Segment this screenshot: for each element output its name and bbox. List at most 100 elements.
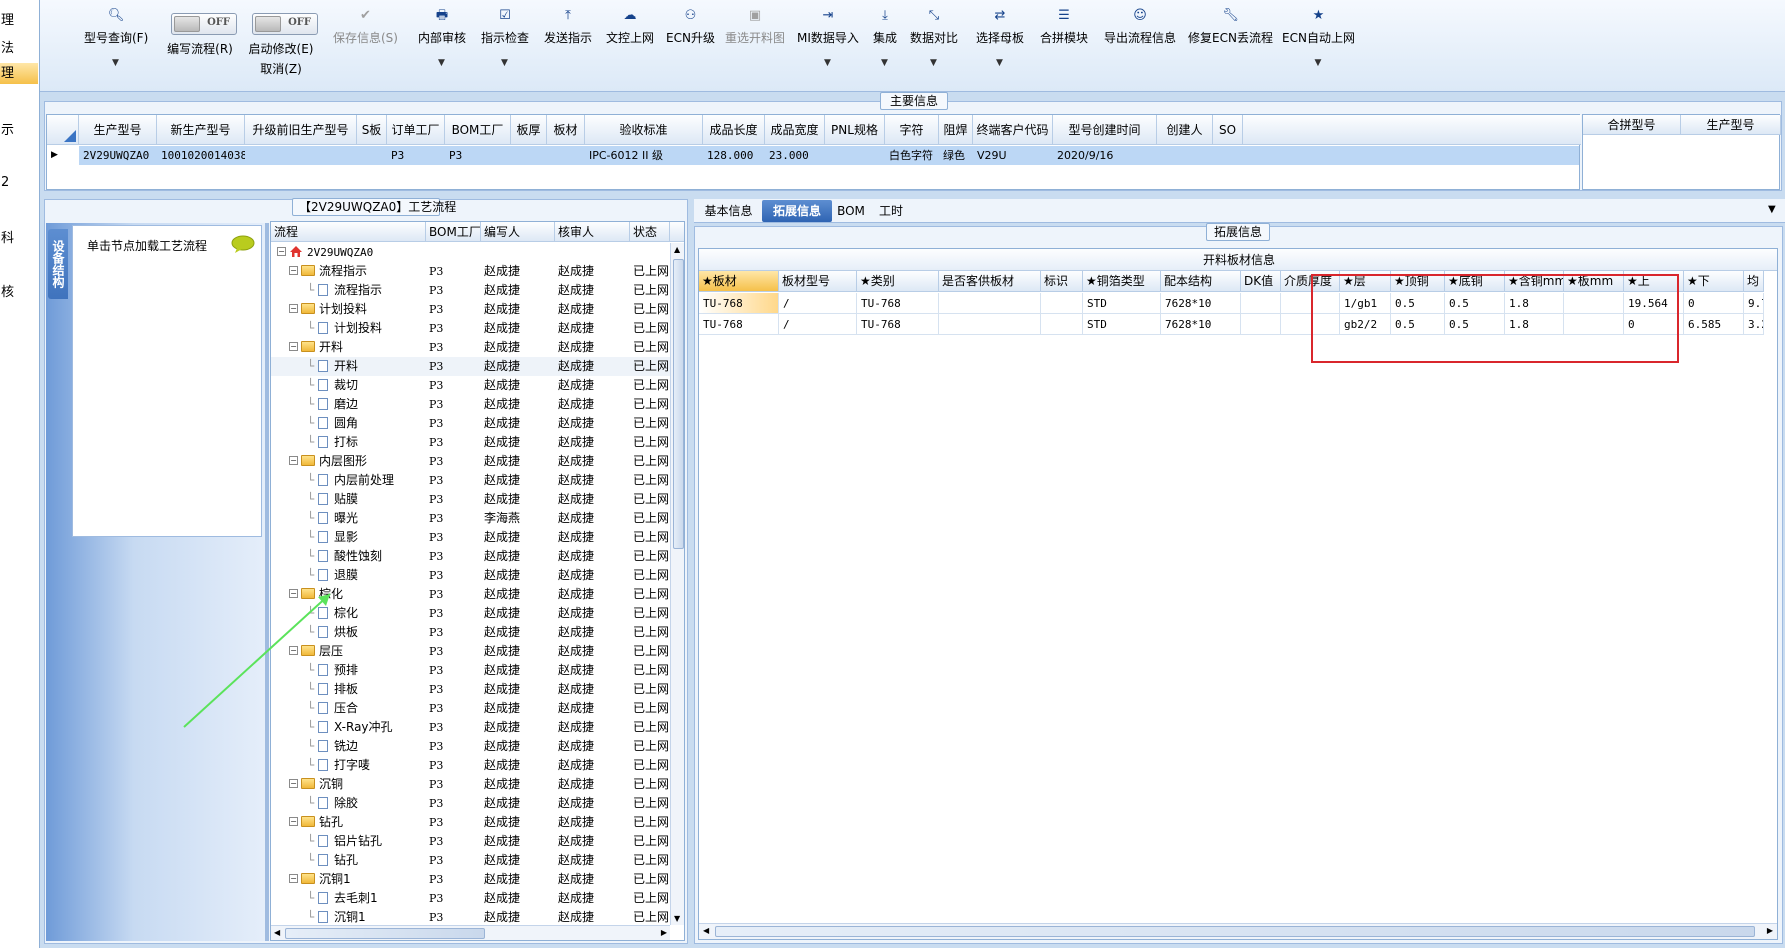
column-header[interactable]: 成品长度 bbox=[703, 115, 765, 145]
table-cell[interactable]: 0 bbox=[1624, 314, 1684, 335]
tree-row[interactable]: └ 铝片钻孔 P3 赵成捷 赵成捷 已上网 bbox=[271, 832, 671, 851]
table-cell[interactable]: 1.8 bbox=[1505, 314, 1564, 335]
toolbar-button[interactable]: ⇥ MI数据导入 bbox=[797, 6, 859, 46]
scrollbar-thumb[interactable] bbox=[673, 259, 684, 549]
table-cell[interactable] bbox=[1564, 293, 1624, 314]
column-header[interactable]: 成品宽度 bbox=[765, 115, 825, 145]
table-cell[interactable]: 1/gb1 bbox=[1340, 293, 1391, 314]
toolbar-button[interactable]: ☰ 合拼模块 bbox=[1040, 6, 1088, 46]
tree-row[interactable]: └ 预排 P3 赵成捷 赵成捷 已上网 bbox=[271, 661, 671, 680]
tree-row[interactable]: └ 磨边 P3 赵成捷 赵成捷 已上网 bbox=[271, 395, 671, 414]
horizontal-scrollbar[interactable]: ◀ ▶ bbox=[271, 925, 670, 940]
collapse-icon[interactable]: − bbox=[289, 589, 298, 598]
tree-root[interactable]: − 2V29UWQZA0 bbox=[271, 243, 671, 262]
column-header[interactable]: DK值 bbox=[1241, 271, 1281, 292]
column-header[interactable]: PNL规格 bbox=[825, 115, 885, 145]
column-header[interactable]: 配本结构 bbox=[1161, 271, 1241, 292]
tree-row[interactable]: − 钻孔 P3 赵成捷 赵成捷 已上网 bbox=[271, 813, 671, 832]
toggle-switch[interactable]: OFF bbox=[171, 13, 237, 35]
column-header[interactable]: ★板mm bbox=[1564, 271, 1624, 292]
tree-row[interactable]: └ 打标 P3 赵成捷 赵成捷 已上网 bbox=[271, 433, 671, 452]
table-cell[interactable]: 0.5 bbox=[1391, 314, 1445, 335]
table-cell[interactable] bbox=[1041, 314, 1083, 335]
column-header[interactable]: ★类别 bbox=[857, 271, 939, 292]
tree-row[interactable]: └ 排板 P3 赵成捷 赵成捷 已上网 bbox=[271, 680, 671, 699]
dropdown-arrow-icon[interactable]: ▼ bbox=[930, 58, 937, 68]
tree-row[interactable]: − 开料 P3 赵成捷 赵成捷 已上网 bbox=[271, 338, 671, 357]
tree-row[interactable]: └ 酸性蚀刻 P3 赵成捷 赵成捷 已上网 bbox=[271, 547, 671, 566]
column-header[interactable]: ★层 bbox=[1340, 271, 1391, 292]
equipment-structure-tab[interactable]: 设备结构 bbox=[48, 229, 68, 299]
collapse-icon[interactable]: − bbox=[289, 779, 298, 788]
tree-row[interactable]: └ 铣边 P3 赵成捷 赵成捷 已上网 bbox=[271, 737, 671, 756]
column-header[interactable]: ★铜箔类型 bbox=[1083, 271, 1161, 292]
table-cell[interactable]: 7628*10 bbox=[1161, 293, 1241, 314]
scrollbar-thumb[interactable] bbox=[285, 928, 485, 939]
tab-menu-arrow-icon[interactable]: ▼ bbox=[1768, 204, 1776, 215]
column-header[interactable]: 状态 bbox=[630, 222, 670, 242]
tree-row[interactable]: └ 除胶 P3 赵成捷 赵成捷 已上网 bbox=[271, 794, 671, 813]
column-header[interactable]: 生产型号 bbox=[79, 115, 157, 145]
table-cell[interactable]: 0.5 bbox=[1391, 293, 1445, 314]
tree-row[interactable]: − 沉铜 P3 赵成捷 赵成捷 已上网 bbox=[271, 775, 671, 794]
column-header[interactable]: ★板材 bbox=[699, 271, 779, 292]
toolbar-button[interactable]: 🔍︎ 型号查询(F) bbox=[84, 6, 148, 46]
toolbar-button[interactable]: ☺ 导出流程信息 bbox=[1104, 6, 1176, 46]
column-header[interactable]: ★顶铜 bbox=[1391, 271, 1445, 292]
column-header[interactable]: SO bbox=[1213, 115, 1243, 145]
column-header[interactable]: S板 bbox=[357, 115, 387, 145]
tab-0[interactable]: 基本信息 bbox=[697, 200, 760, 222]
dropdown-arrow-icon[interactable]: ▼ bbox=[501, 58, 508, 68]
table-cell[interactable] bbox=[1281, 293, 1340, 314]
table-cell[interactable]: gb2/2 bbox=[1340, 314, 1391, 335]
splitter[interactable] bbox=[265, 223, 269, 941]
toolbar-button[interactable]: ⚇ ECN升级 bbox=[666, 6, 715, 46]
dropdown-arrow-icon[interactable]: ▼ bbox=[438, 58, 445, 68]
column-header[interactable]: ★下 bbox=[1684, 271, 1744, 292]
table-cell[interactable]: 3.2 bbox=[1744, 314, 1764, 335]
left-nav-item[interactable]: 科 bbox=[0, 228, 38, 249]
tree-row[interactable]: └ 去毛刺1 P3 赵成捷 赵成捷 已上网 bbox=[271, 889, 671, 908]
left-nav-item[interactable]: 法 bbox=[0, 38, 38, 59]
vertical-scrollbar[interactable]: ▲ ▼ bbox=[670, 243, 684, 925]
collapse-icon[interactable]: − bbox=[289, 646, 298, 655]
panel-splitter[interactable] bbox=[689, 199, 693, 944]
table-cell[interactable]: 9.7 bbox=[1744, 293, 1764, 314]
tree-row[interactable]: └ 钻孔 P3 赵成捷 赵成捷 已上网 bbox=[271, 851, 671, 870]
collapse-icon[interactable]: − bbox=[289, 817, 298, 826]
toolbar-button[interactable]: 🖶 内部审核 bbox=[418, 6, 466, 46]
tree-row[interactable]: └ 烘板 P3 赵成捷 赵成捷 已上网 bbox=[271, 623, 671, 642]
column-header[interactable]: 创建人 bbox=[1157, 115, 1213, 145]
column-header[interactable]: 板材型号 bbox=[779, 271, 857, 292]
column-header[interactable]: BOM工厂 bbox=[445, 115, 511, 145]
scroll-right-icon[interactable]: ▶ bbox=[661, 928, 667, 937]
horizontal-scrollbar[interactable]: ◀ ▶ bbox=[699, 923, 1777, 939]
toolbar-button[interactable]: ☁ 文控上网 bbox=[606, 6, 654, 46]
column-header[interactable]: 板厚 bbox=[511, 115, 547, 145]
dropdown-arrow-icon[interactable]: ▼ bbox=[112, 58, 119, 68]
tree-row[interactable]: └ 棕化 P3 赵成捷 赵成捷 已上网 bbox=[271, 604, 671, 623]
tree-row[interactable]: └ 开料 P3 赵成捷 赵成捷 已上网 bbox=[271, 357, 671, 376]
tree-row[interactable]: − 内层图形 P3 赵成捷 赵成捷 已上网 bbox=[271, 452, 671, 471]
tree-row[interactable]: └ 打字唛 P3 赵成捷 赵成捷 已上网 bbox=[271, 756, 671, 775]
tree-row[interactable]: └ 退膜 P3 赵成捷 赵成捷 已上网 bbox=[271, 566, 671, 585]
toolbar-button[interactable]: 🔧︎ 修复ECN丢流程 bbox=[1188, 6, 1273, 46]
table-cell[interactable]: / bbox=[779, 314, 857, 335]
column-header[interactable]: ★上 bbox=[1624, 271, 1684, 292]
column-header[interactable]: 升级前旧生产型号 bbox=[245, 115, 357, 145]
dropdown-arrow-icon[interactable]: ▼ bbox=[1315, 58, 1322, 68]
tab-2[interactable]: BOM bbox=[833, 200, 869, 222]
column-header[interactable]: 终端客户代码 bbox=[973, 115, 1053, 145]
column-header[interactable]: ★含铜mm bbox=[1505, 271, 1564, 292]
column-header[interactable]: 字符 bbox=[885, 115, 939, 145]
tree-row[interactable]: − 沉铜1 P3 赵成捷 赵成捷 已上网 bbox=[271, 870, 671, 889]
toolbar-button[interactable]: ▣ 重选开料图 bbox=[725, 6, 785, 46]
grid-corner[interactable] bbox=[47, 115, 79, 145]
column-header[interactable]: 阻焊 bbox=[939, 115, 973, 145]
left-nav-item[interactable]: 示 bbox=[0, 120, 38, 141]
toolbar-button[interactable]: ⤡ 数据对比 bbox=[910, 6, 958, 46]
collapse-icon[interactable]: − bbox=[277, 247, 286, 256]
column-header[interactable]: 合拼型号 bbox=[1583, 115, 1681, 135]
column-header[interactable]: 介质厚度 bbox=[1281, 271, 1340, 292]
table-cell[interactable]: TU-768 bbox=[699, 314, 779, 335]
